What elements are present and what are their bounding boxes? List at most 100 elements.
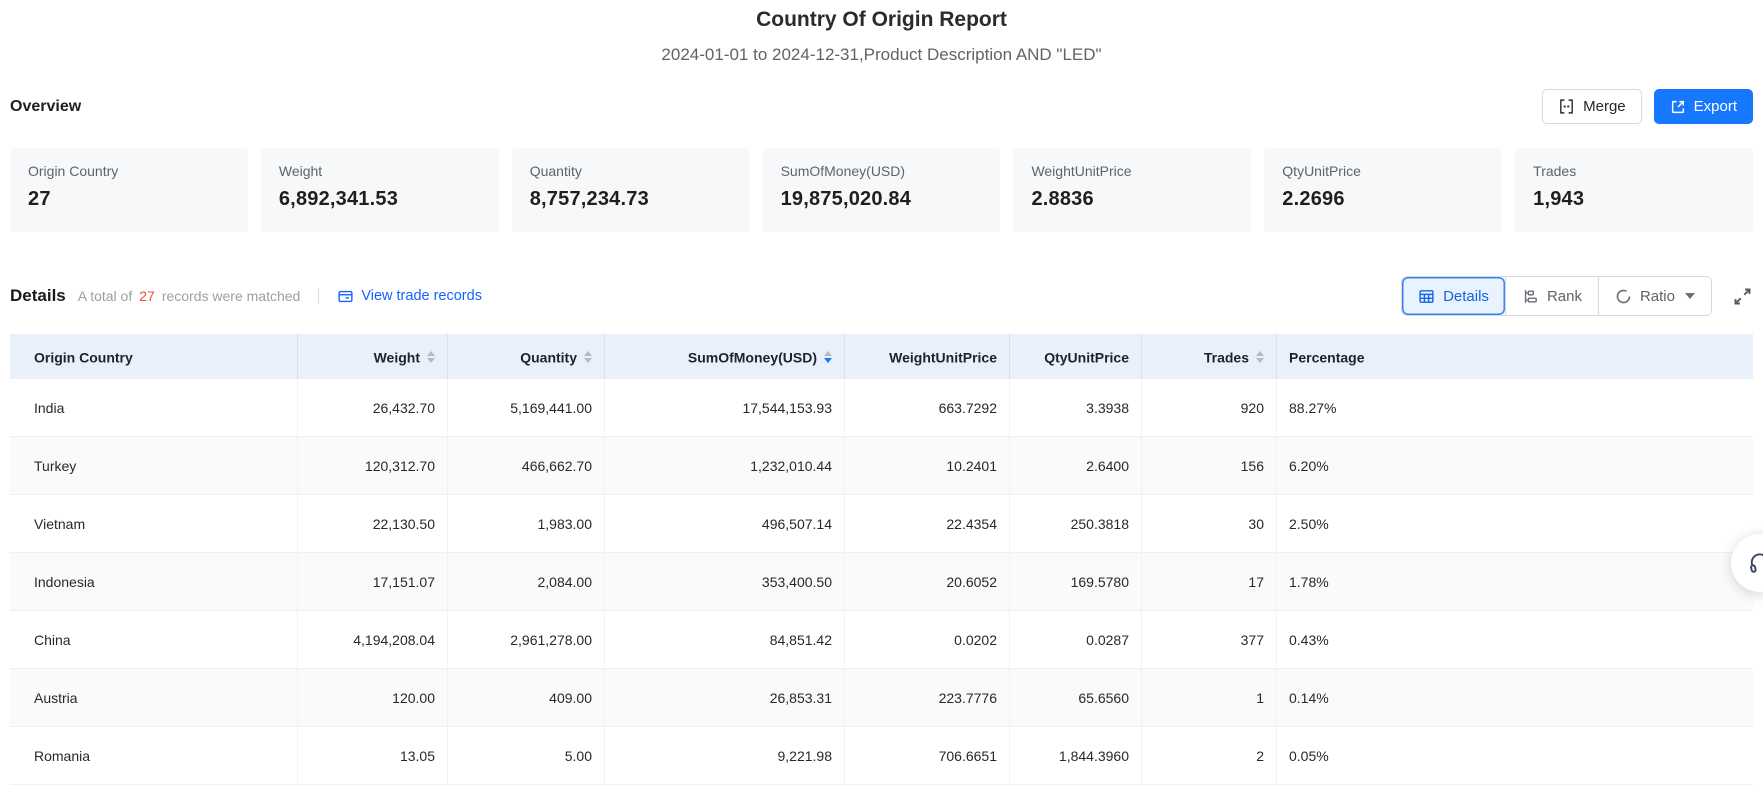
page-subtitle: 2024-01-01 to 2024-12-31,Product Descrip…: [0, 45, 1763, 65]
column-header-label: WeightUnitPrice: [889, 349, 997, 365]
stat-card: SumOfMoney(USD) 19,875,020.84: [763, 148, 1001, 232]
stat-card-value: 1,943: [1533, 188, 1735, 211]
stat-card: Origin Country 27: [10, 148, 248, 232]
table-cell: 706.6651: [845, 727, 1010, 785]
column-header-0: Origin Country: [10, 334, 298, 379]
column-header-label: SumOfMoney(USD): [688, 349, 817, 365]
table-cell: 0.05%: [1277, 727, 1753, 785]
stat-card: Weight6,892,341.53: [261, 148, 499, 232]
table-cell: 2,961,278.00: [448, 611, 605, 669]
table-cell: 4,194,208.04: [298, 611, 448, 669]
column-header-4: WeightUnitPrice: [845, 334, 1010, 379]
sort-icon[interactable]: [427, 351, 435, 363]
table-cell: 84,851.42: [605, 611, 845, 669]
stat-card-value: 2.2696: [1282, 188, 1484, 211]
column-header-2[interactable]: Quantity: [448, 334, 605, 379]
tab-ratio-label: Ratio: [1640, 288, 1675, 305]
column-header-5: QtyUnitPrice: [1010, 334, 1142, 379]
table-row: Austria120.00409.0026,853.31223.777665.6…: [10, 669, 1753, 727]
table-cell: 2: [1142, 727, 1277, 785]
cell-origin-country: India: [10, 379, 298, 437]
table-cell: 13.05: [298, 727, 448, 785]
table-cell: 9,221.98: [605, 727, 845, 785]
details-toolbar: Details Rank Ratio: [1401, 276, 1753, 316]
table-cell: 26,432.70: [298, 379, 448, 437]
stat-card: QtyUnitPrice2.2696: [1264, 148, 1502, 232]
table-cell: 353,400.50: [605, 553, 845, 611]
table-row: Vietnam22,130.501,983.00496,507.1422.435…: [10, 495, 1753, 553]
table-cell: 1,232,010.44: [605, 437, 845, 495]
table-cell: 22.4354: [845, 495, 1010, 553]
stat-card-value: 19,875,020.84: [781, 188, 983, 211]
table-cell: 88.27%: [1277, 379, 1753, 437]
view-trade-records-link[interactable]: View trade records: [337, 288, 482, 305]
table-cell: 1,844.3960: [1010, 727, 1142, 785]
stat-card-value: 8,757,234.73: [530, 188, 732, 211]
table-cell: 0.0202: [845, 611, 1010, 669]
tab-ratio[interactable]: Ratio: [1598, 277, 1711, 315]
details-label: Details: [10, 286, 66, 306]
table-cell: 17,151.07: [298, 553, 448, 611]
table-cell: 5.00: [448, 727, 605, 785]
stat-card-label: SumOfMoney(USD): [781, 163, 983, 179]
table-cell: 466,662.70: [448, 437, 605, 495]
stat-card-label: Origin Country: [28, 163, 230, 179]
cell-origin-country: Romania: [10, 727, 298, 785]
cell-origin-country: Indonesia: [10, 553, 298, 611]
table-cell: 20.6052: [845, 553, 1010, 611]
stat-card-label: Quantity: [530, 163, 732, 179]
trade-window-icon: [337, 288, 354, 305]
fullscreen-button[interactable]: [1732, 286, 1753, 307]
tab-details-label: Details: [1443, 288, 1489, 305]
merge-cells-icon: [1558, 98, 1575, 115]
cell-origin-country: Turkey: [10, 437, 298, 495]
table-cell: 169.5780: [1010, 553, 1142, 611]
table-cell: 2.6400: [1010, 437, 1142, 495]
tab-rank[interactable]: Rank: [1505, 277, 1598, 315]
column-header-label: Percentage: [1289, 349, 1364, 365]
column-header-1[interactable]: Weight: [298, 334, 448, 379]
merge-button[interactable]: Merge: [1542, 89, 1642, 124]
export-button[interactable]: Export: [1654, 89, 1753, 124]
table-cell: 17,544,153.93: [605, 379, 845, 437]
table-cell: 120,312.70: [298, 437, 448, 495]
table-cell: 0.14%: [1277, 669, 1753, 727]
table-cell: 496,507.14: [605, 495, 845, 553]
headset-icon: [1747, 550, 1763, 576]
tab-details[interactable]: Details: [1402, 277, 1505, 315]
table-cell: 223.7776: [845, 669, 1010, 727]
table-cell: 3.3938: [1010, 379, 1142, 437]
details-header: Details A total of 27 records were match…: [10, 276, 1753, 316]
sort-icon[interactable]: [584, 351, 592, 363]
match-prefix: A total of: [78, 288, 132, 304]
cell-origin-country: Austria: [10, 669, 298, 727]
column-header-label: Origin Country: [34, 349, 133, 365]
table-cell: 1,983.00: [448, 495, 605, 553]
table-row: Indonesia17,151.072,084.00353,400.5020.6…: [10, 553, 1753, 611]
stat-card-value: 27: [28, 188, 230, 211]
column-header-label: Quantity: [520, 349, 577, 365]
column-header-label: Trades: [1204, 349, 1249, 365]
table-cell: 2.50%: [1277, 495, 1753, 553]
export-button-label: Export: [1694, 98, 1737, 115]
table-cell: 65.6560: [1010, 669, 1142, 727]
stat-card-label: Weight: [279, 163, 481, 179]
ratio-pie-icon: [1615, 288, 1632, 305]
match-count: 27: [139, 288, 155, 304]
table-cell: 409.00: [448, 669, 605, 727]
match-suffix: records were matched: [162, 288, 301, 304]
table-cell: 0.43%: [1277, 611, 1753, 669]
table-cell: 26,853.31: [605, 669, 845, 727]
stat-card: WeightUnitPrice2.8836: [1013, 148, 1251, 232]
table-icon: [1418, 288, 1435, 305]
table-cell: 250.3818: [1010, 495, 1142, 553]
column-header-label: Weight: [374, 349, 420, 365]
column-header-6[interactable]: Trades: [1142, 334, 1277, 379]
table-cell: 1.78%: [1277, 553, 1753, 611]
stat-card-label: Trades: [1533, 163, 1735, 179]
cell-origin-country: China: [10, 611, 298, 669]
sort-icon[interactable]: [824, 351, 832, 363]
table-row: India26,432.705,169,441.0017,544,153.936…: [10, 379, 1753, 437]
sort-icon[interactable]: [1256, 351, 1264, 363]
column-header-3[interactable]: SumOfMoney(USD): [605, 334, 845, 379]
